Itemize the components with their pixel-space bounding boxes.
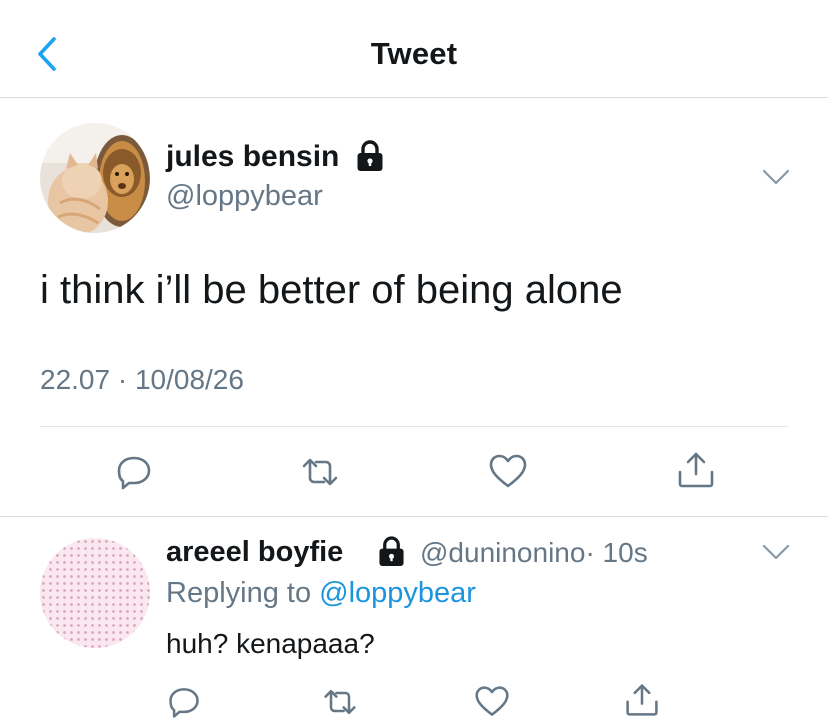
top-bar: Tweet bbox=[0, 0, 828, 98]
lock-icon bbox=[378, 535, 405, 568]
share-icon bbox=[626, 684, 658, 716]
section-divider bbox=[0, 516, 828, 517]
reply-options-button[interactable] bbox=[762, 543, 790, 561]
retweet-icon bbox=[302, 458, 338, 486]
reply-icon bbox=[169, 688, 199, 718]
tweet-timestamp[interactable]: 22.07 · 10/08/26 bbox=[40, 364, 244, 396]
author-name[interactable]: jules bensin bbox=[166, 140, 339, 174]
reply-time: · 10s bbox=[585, 537, 648, 568]
share-button[interactable] bbox=[676, 450, 716, 490]
replying-to-label: Replying to bbox=[166, 577, 312, 609]
reply-like-button[interactable] bbox=[474, 684, 514, 724]
chevron-down-icon bbox=[762, 544, 790, 560]
reply-author-meta: @duninonino· 10s bbox=[420, 537, 648, 569]
reply-author-avatar[interactable] bbox=[40, 538, 150, 648]
like-icon bbox=[475, 686, 509, 716]
chevron-down-icon bbox=[762, 169, 790, 185]
replying-to-mention[interactable]: @loppybear bbox=[319, 577, 476, 609]
page-title: Tweet bbox=[370, 36, 458, 71]
lock-icon bbox=[356, 139, 384, 173]
tweet-options-button[interactable] bbox=[762, 168, 790, 186]
reply-icon bbox=[117, 456, 151, 490]
tweet-text: i think i’ll be better of being alone bbox=[40, 268, 623, 312]
reply-retweet-button[interactable] bbox=[322, 684, 362, 724]
reply-button[interactable] bbox=[114, 452, 154, 492]
share-icon bbox=[678, 452, 714, 488]
author-handle[interactable]: @loppybear bbox=[166, 180, 323, 213]
like-button[interactable] bbox=[488, 452, 528, 492]
reply-author-name[interactable]: areeel boyfie bbox=[166, 536, 343, 569]
reply-author-handle[interactable]: @duninonino bbox=[420, 537, 585, 568]
retweet-icon bbox=[324, 689, 356, 715]
avatar-image bbox=[40, 123, 150, 233]
reply-reply-button[interactable] bbox=[166, 684, 206, 724]
reply-text: huh? kenapaaa? bbox=[166, 628, 375, 659]
reply-share-button[interactable] bbox=[624, 682, 664, 722]
divider bbox=[40, 426, 788, 427]
replying-to: Replying to @loppybear bbox=[166, 577, 476, 610]
like-icon bbox=[489, 454, 527, 488]
retweet-button[interactable] bbox=[300, 452, 340, 492]
author-avatar[interactable] bbox=[40, 123, 150, 233]
